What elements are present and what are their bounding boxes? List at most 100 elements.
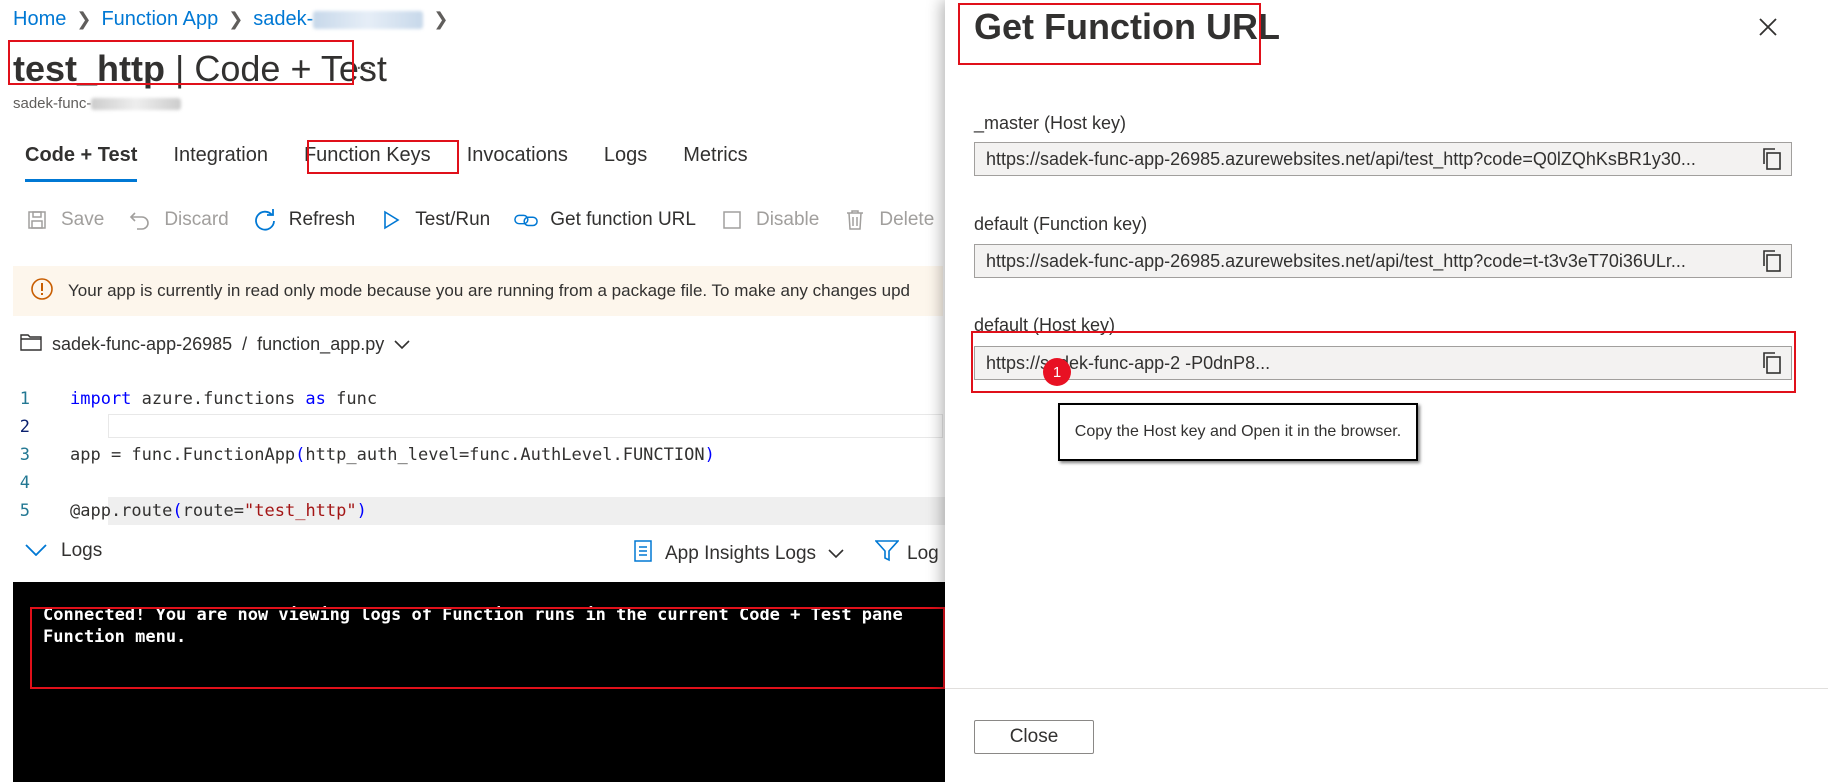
function-name: test_http [13,48,165,89]
undo-icon [128,208,152,232]
read-only-warning-banner: Your app is currently in read only mode … [13,266,943,316]
field-label-default-host-key: default (Host key) [974,315,1116,335]
refresh-icon [253,208,277,232]
delete-label: Delete [879,209,935,230]
discard-button[interactable]: Discard [128,208,229,232]
test-run-label: Test/Run [415,209,491,230]
code-line: 4 [0,469,945,497]
save-button[interactable]: Save [25,208,104,232]
chevron-down-icon [25,540,47,562]
logs-header-bar: Logs App Insights Logs Log [25,540,945,564]
tab-bar: Code + Test Integration Function Keys In… [25,144,784,182]
line-number: 4 [19,473,30,493]
code-line: 1 import azure.functions as func [0,385,945,413]
step-badge: 1 [1043,358,1071,386]
code-token: app = func.FunctionApp [70,445,296,465]
code-token: ( [295,445,306,465]
trash-icon [843,208,867,232]
log-console: Connected! You are now viewing logs of F… [13,582,945,782]
save-label: Save [61,209,105,230]
copy-icon[interactable] [1751,347,1791,379]
code-token: func [325,389,378,409]
save-icon [25,208,49,232]
code-token: as [305,389,326,409]
line-number: 5 [19,501,30,521]
chevron-down-icon [828,543,844,565]
url-value: https://sadek-func-app-26985.azurewebsit… [986,250,1686,271]
tab-invocations[interactable]: Invocations [467,144,568,182]
breadcrumb-function-app[interactable]: Function App [101,8,218,31]
redacted-blur [91,98,182,111]
code-token: import [70,389,132,409]
field-label-master-host-key: _master (Host key) [974,113,1127,133]
subtitle-text: sadek-func- [13,95,92,112]
tab-function-keys[interactable]: Function Keys [304,144,431,182]
copy-icon[interactable] [1751,245,1791,277]
log-filter-label: Log [907,543,939,564]
disable-label: Disable [755,209,820,230]
logs-label: Logs [61,540,103,561]
instruction-callout: Copy the Host key and Open it in the bro… [1058,403,1418,461]
current-line-highlight [108,414,943,438]
test-run-button[interactable]: Test/Run [379,208,490,232]
code-token: "test_http" [244,501,357,521]
copy-icon[interactable] [1751,143,1791,175]
delete-button[interactable]: Delete [843,208,934,232]
tab-metrics[interactable]: Metrics [683,144,747,182]
close-button[interactable]: Close [974,720,1094,754]
more-options-icon[interactable]: ... [356,52,373,75]
chevron-right-icon: ❯ [228,9,244,29]
command-toolbar: Save Discard Refresh Test/Run Get functi… [25,208,958,232]
get-function-url-label: Get function URL [550,209,696,230]
console-output: Connected! You are now viewing logs of F… [43,605,903,647]
folder-icon [20,333,42,356]
play-icon [379,208,403,232]
get-function-url-button[interactable]: Get function URL [514,208,696,232]
app-insights-logs-dropdown[interactable]: App Insights Logs [633,540,844,568]
code-token: ) [356,501,367,521]
chevron-down-icon [394,334,410,354]
panel-title: Get Function URL [974,6,1280,47]
log-level-filter[interactable]: Log [874,540,939,568]
redacted-blur [313,10,424,29]
url-value: https://sadek-func-app-26985.azurewebsit… [986,148,1696,169]
breadcrumb-app-name-label: sadek- [253,8,314,30]
path-separator: / [242,334,248,354]
document-list-icon [633,540,653,568]
code-line: 5 @app.route(route= "test_http") [0,497,945,525]
breadcrumb-home[interactable]: Home [13,8,66,31]
code-line: 2 [0,413,945,441]
url-field-default-host-key[interactable]: https://sadek-func-app-2 -P0dnP8... [974,346,1792,380]
app-path-label: sadek-func-app-26985 [52,334,233,354]
refresh-label: Refresh [288,209,356,230]
info-warning-icon [30,277,54,306]
refresh-button[interactable]: Refresh [253,208,356,232]
close-icon[interactable] [1753,12,1783,42]
url-field-default-function-key[interactable]: https://sadek-func-app-26985.azurewebsit… [974,244,1792,278]
url-field-master-host-key[interactable]: https://sadek-func-app-26985.azurewebsit… [974,142,1792,176]
line-number: 1 [19,389,30,409]
url-value: https://sadek-func-app-2 -P0dnP8... [986,352,1271,373]
code-token: ) [704,445,715,465]
filter-icon [874,540,900,568]
tab-code-test[interactable]: Code + Test [25,144,138,182]
link-icon [514,208,539,232]
file-select[interactable]: function_app.py [257,334,410,355]
checkbox-icon [720,208,744,232]
discard-label: Discard [164,209,229,230]
disable-button[interactable]: Disable [720,208,819,232]
page-subtitle: sadek-func- [13,95,182,112]
breadcrumb: Home ❯ Function App ❯ sadek- ❯ [13,8,448,31]
tab-logs[interactable]: Logs [604,144,647,182]
footer-divider [945,688,1828,689]
get-function-url-panel: Get Function URL _master (Host key) http… [945,0,1828,782]
logs-collapse-toggle[interactable]: Logs [25,540,102,562]
line-number: 2 [19,417,30,437]
code-token: @app.route [70,501,173,521]
breadcrumb-app-name[interactable]: sadek- [253,8,424,31]
tab-integration[interactable]: Integration [173,144,268,182]
app-insights-logs-label: App Insights Logs [665,543,817,564]
page-title: test_http | Code + Test [13,48,387,90]
code-line: 3 app = func.FunctionApp(http_auth_level… [0,441,945,469]
warning-text: Your app is currently in read only mode … [68,281,911,300]
